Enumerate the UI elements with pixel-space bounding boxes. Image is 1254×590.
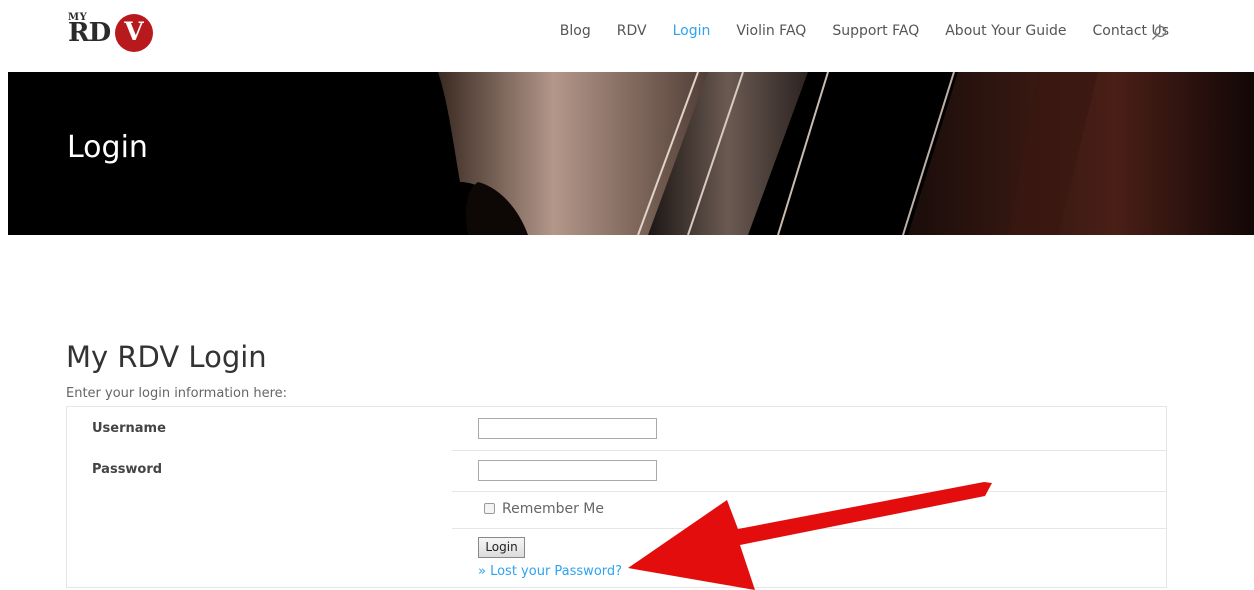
logo-rd-text: RD bbox=[68, 18, 111, 48]
lost-password-link[interactable]: » Lost your Password? bbox=[478, 564, 622, 579]
remember-me-checkbox[interactable] bbox=[484, 503, 495, 514]
nav-login[interactable]: Login bbox=[673, 22, 711, 40]
nav-violin-faq[interactable]: Violin FAQ bbox=[736, 22, 806, 40]
logo-v-text: V bbox=[124, 17, 144, 46]
form-divider bbox=[452, 528, 1167, 529]
login-intro-text: Enter your login information here: bbox=[66, 386, 288, 401]
login-button[interactable]: Login bbox=[478, 537, 525, 558]
nav-support-faq[interactable]: Support FAQ bbox=[832, 22, 919, 40]
nav-rdv[interactable]: RDV bbox=[617, 22, 647, 40]
search-icon[interactable] bbox=[1151, 25, 1167, 41]
form-divider bbox=[452, 491, 1167, 492]
username-input[interactable] bbox=[478, 418, 657, 439]
remember-me-label[interactable]: Remember Me bbox=[502, 501, 604, 517]
username-label: Username bbox=[92, 421, 166, 436]
form-divider bbox=[452, 450, 1167, 451]
main-nav: Blog RDV Login Violin FAQ Support FAQ Ab… bbox=[534, 22, 1169, 40]
logo-circle: V bbox=[115, 14, 153, 52]
hero-title: Login bbox=[67, 130, 148, 165]
site-header: MY RD V Blog RDV Login Violin FAQ Suppor… bbox=[0, 0, 1254, 72]
page-title: My RDV Login bbox=[66, 340, 267, 374]
hero-banner: Login bbox=[8, 72, 1254, 235]
nav-about-your-guide[interactable]: About Your Guide bbox=[945, 22, 1066, 40]
password-label: Password bbox=[92, 462, 163, 477]
violin-background-image bbox=[8, 72, 1254, 235]
password-input[interactable] bbox=[478, 460, 657, 481]
site-logo[interactable]: MY RD V bbox=[68, 8, 158, 52]
login-form: Username Password Remember Me Login » Lo… bbox=[66, 406, 1167, 588]
nav-blog[interactable]: Blog bbox=[560, 22, 591, 40]
